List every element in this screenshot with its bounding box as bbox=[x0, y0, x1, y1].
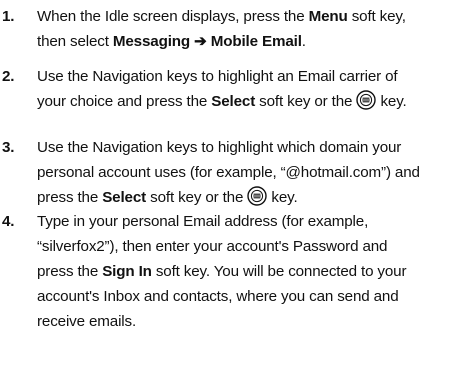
step-text: your choice and press the bbox=[37, 93, 212, 110]
step-number: 3. bbox=[2, 139, 15, 156]
step-text-line: Type in your personal Email address (for… bbox=[37, 213, 369, 230]
step-text: press the bbox=[37, 263, 103, 280]
step-3: 3. Use the Navigation keys to highlight … bbox=[0, 135, 420, 210]
step-text-line: “silverfox2”), then enter your account's… bbox=[37, 238, 388, 255]
step-text-line: Use the Navigation keys to highlight whi… bbox=[37, 139, 402, 156]
step-number: 2. bbox=[2, 68, 15, 85]
step-text-line: When the Idle screen displays, press the… bbox=[37, 4, 406, 29]
step-number: 1. bbox=[2, 8, 15, 25]
step-text-line: press the Sign In soft key. You will be … bbox=[37, 259, 407, 284]
ok-key-icon bbox=[356, 90, 377, 110]
step-text-line: account's Inbox and contacts, where you … bbox=[37, 288, 399, 305]
step-text: then select bbox=[37, 33, 113, 50]
step-number: 4. bbox=[2, 213, 15, 230]
step-1: 1. When the Idle screen displays, press … bbox=[0, 4, 406, 54]
step-text: key. bbox=[376, 93, 407, 110]
step-text: When the Idle screen displays, press the bbox=[37, 8, 309, 25]
menu-key-label: Menu bbox=[308, 8, 348, 25]
step-text: press the bbox=[37, 189, 103, 206]
step-text: soft key or the bbox=[255, 93, 357, 110]
sign-in-key-label: Sign In bbox=[102, 263, 152, 280]
step-text: key. bbox=[267, 189, 298, 206]
step-text: soft key. You will be connected to your bbox=[151, 263, 407, 280]
step-text-line: receive emails. bbox=[37, 313, 137, 330]
step-text: soft key or the bbox=[146, 189, 248, 206]
step-text: soft key, bbox=[347, 8, 406, 25]
step-text-line: press the Select soft key or the key. bbox=[37, 185, 420, 210]
menu-path-label: Messaging ➔ Mobile Email bbox=[112, 33, 302, 50]
step-text-line: Use the Navigation keys to highlight an … bbox=[37, 68, 398, 85]
step-text-line: your choice and press the Select soft ke… bbox=[37, 89, 407, 114]
select-key-label: Select bbox=[102, 189, 147, 206]
ok-key-icon bbox=[247, 186, 268, 206]
step-4: 4. Type in your personal Email address (… bbox=[0, 209, 407, 334]
select-key-label: Select bbox=[211, 93, 256, 110]
step-2: 2. Use the Navigation keys to highlight … bbox=[0, 64, 407, 114]
step-text-line: then select Messaging ➔ Mobile Email. bbox=[37, 29, 406, 54]
step-text: . bbox=[301, 33, 306, 50]
step-text-line: personal account uses (for example, “@ho… bbox=[37, 164, 420, 181]
